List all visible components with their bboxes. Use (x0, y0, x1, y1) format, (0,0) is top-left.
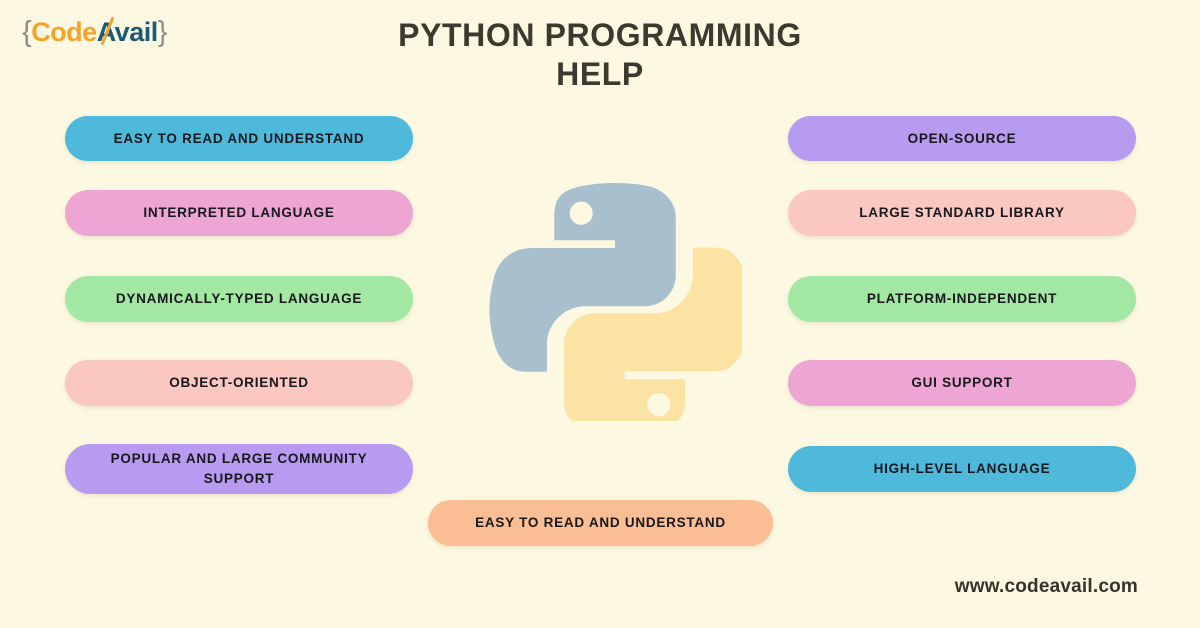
feature-label: HIGH-LEVEL LANGUAGE (873, 461, 1051, 477)
feature-pill-popular-community-support: POPULAR AND LARGE COMMUNITY SUPPORT (65, 444, 413, 494)
feature-label: PLATFORM-INDEPENDENT (866, 291, 1058, 307)
python-logo (489, 168, 751, 439)
feature-pill-interpreted-language: INTERPRETED LANGUAGE (65, 190, 413, 236)
infographic-canvas: {CodeAvail} PYTHON PROGRAMMING HELP EASY… (0, 0, 1200, 628)
feature-pill-platform-independent: PLATFORM-INDEPENDENT (788, 276, 1136, 322)
feature-pill-easy-to-read-left: EASY TO READ AND UNDERSTAND (65, 116, 413, 161)
feature-label: POPULAR AND LARGE COMMUNITY SUPPORT (110, 451, 368, 486)
feature-label: OPEN-SOURCE (907, 130, 1017, 146)
feature-label: INTERPRETED LANGUAGE (143, 205, 335, 221)
python-logo-icon (489, 182, 751, 439)
feature-label: DYNAMICALLY-TYPED LANGUAGE (115, 291, 363, 307)
feature-pill-gui-support: GUI SUPPORT (788, 360, 1136, 406)
feature-label: OBJECT-ORIENTED (169, 375, 309, 391)
footer-website-url: www.codeavail.com (954, 576, 1138, 597)
feature-label: EASY TO READ AND UNDERSTAND (475, 515, 726, 531)
feature-pill-easy-to-read-bottom: EASY TO READ AND UNDERSTAND (428, 500, 773, 546)
feature-label: EASY TO READ AND UNDERSTAND (113, 130, 365, 146)
feature-pill-dynamically-typed-language: DYNAMICALLY-TYPED LANGUAGE (65, 276, 413, 322)
codeavail-logo: {CodeAvail} (22, 16, 168, 48)
feature-pill-object-oriented: OBJECT-ORIENTED (65, 360, 413, 406)
logo-open-brace: { (22, 16, 32, 48)
feature-pill-large-standard-library: LARGE STANDARD LIBRARY (788, 190, 1136, 236)
feature-label: GUI SUPPORT (911, 375, 1013, 391)
logo-close-brace: } (157, 16, 168, 48)
feature-pill-open-source: OPEN-SOURCE (788, 116, 1136, 161)
page-title-line-1: PYTHON PROGRAMMING (398, 17, 802, 53)
page-title: PYTHON PROGRAMMING HELP (350, 16, 850, 94)
feature-pill-high-level-language: HIGH-LEVEL LANGUAGE (788, 446, 1136, 492)
page-title-line-2: HELP (556, 56, 644, 93)
logo-text-code: Code (31, 17, 97, 47)
feature-label: LARGE STANDARD LIBRARY (859, 205, 1065, 221)
